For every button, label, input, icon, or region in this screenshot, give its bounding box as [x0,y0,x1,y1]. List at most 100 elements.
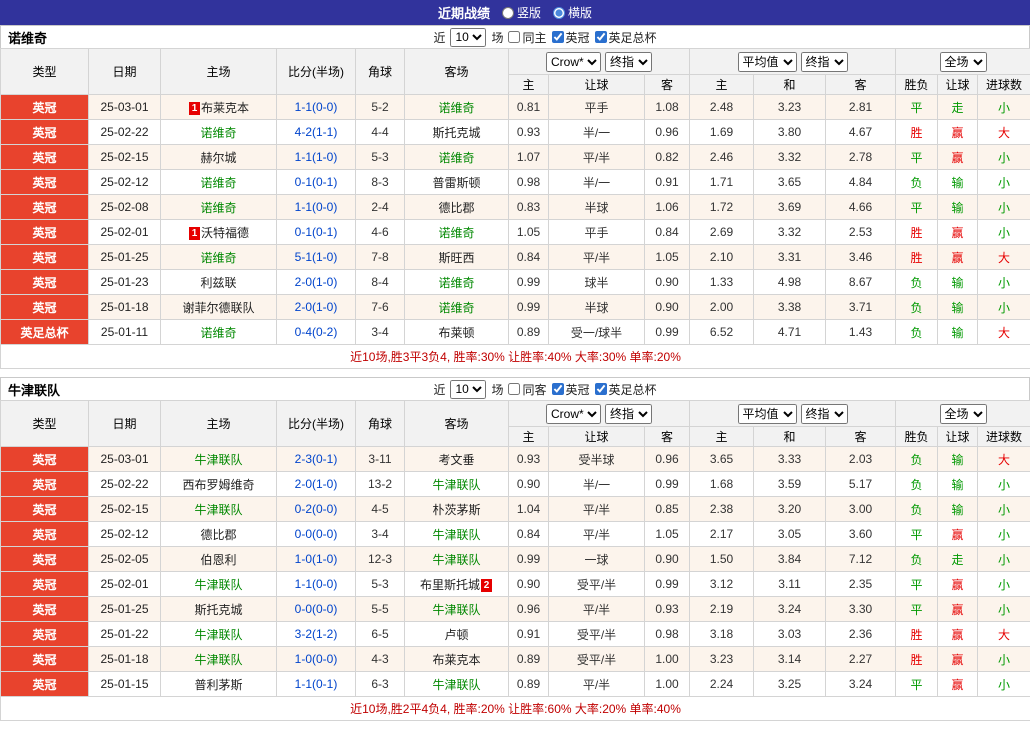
layout-vertical-radio[interactable] [501,6,514,19]
score-cell[interactable]: 1-1(0-0) [276,571,356,597]
asia-odds-time-select[interactable]: 终指 [605,51,653,72]
team-name-link[interactable]: 诺维奇 [200,201,236,215]
team-name-link[interactable]: 牛津联队 [432,478,480,492]
team-name-link[interactable]: 斯旺西 [438,251,474,265]
same-venue-checkbox[interactable] [508,383,521,395]
league-type-badge[interactable]: 英冠 [0,169,89,195]
team-name-link[interactable]: 牛津联队 [432,603,480,617]
league-type-badge[interactable]: 英冠 [0,94,89,120]
score-cell[interactable]: 1-0(0-0) [276,646,356,672]
league-type-badge[interactable]: 英冠 [0,269,89,295]
team-name-link[interactable]: 赫尔城 [200,151,236,165]
team-name-link[interactable]: 诺维奇 [200,176,236,190]
team-name-link[interactable]: 牛津联队 [432,553,480,567]
team-name-link[interactable]: 诺维奇 [438,226,474,240]
team-name-link[interactable]: 斯托克城 [432,126,480,140]
team-name-link[interactable]: 利兹联 [200,276,236,290]
score-cell[interactable]: 1-1(1-0) [276,144,356,170]
team-name-link[interactable]: 沃特福德 [201,226,249,240]
league-fa-cup-checkbox[interactable] [594,383,607,395]
euro-average-select[interactable]: 平均值 [737,51,797,72]
team-name-link[interactable]: 布莱克本 [432,653,480,667]
league-championship-filter[interactable]: 英冠 [551,381,590,398]
league-type-badge[interactable]: 英冠 [0,571,89,597]
score-cell[interactable]: 0-1(0-1) [276,169,356,195]
league-fa-cup-filter[interactable]: 英足总杯 [594,29,657,46]
layout-horizontal-radio[interactable] [553,6,565,19]
league-championship-filter[interactable]: 英冠 [551,29,590,46]
league-type-badge[interactable]: 英冠 [0,446,89,472]
score-cell[interactable]: 5-1(1-0) [276,244,356,270]
team-name-link[interactable]: 西布罗姆维奇 [182,478,254,492]
team-name-link[interactable]: 牛津联队 [194,653,242,667]
league-type-badge[interactable]: 英冠 [0,621,89,647]
period-select[interactable]: 全场 [939,51,987,72]
score-cell[interactable]: 0-0(0-0) [276,521,356,547]
recent-count-select[interactable]: 10 [450,27,487,47]
odds-company-select[interactable]: Crow* [546,403,602,424]
score-cell[interactable]: 2-0(1-0) [276,471,356,497]
team-name-link[interactable]: 诺维奇 [438,151,474,165]
same-venue-filter[interactable]: 同客 [508,381,547,398]
team-name-link[interactable]: 卢顿 [444,628,468,642]
league-fa-cup-filter[interactable]: 英足总杯 [594,381,657,398]
layout-vertical-option[interactable]: 竖版 [501,4,541,21]
team-name-link[interactable]: 伯恩利 [200,553,236,567]
same-venue-checkbox[interactable] [508,31,521,43]
layout-horizontal-option[interactable]: 横版 [553,4,592,21]
team-name-link[interactable]: 普利茅斯 [194,678,242,692]
euro-average-select[interactable]: 平均值 [737,403,797,424]
team-name-link[interactable]: 牛津联队 [194,503,242,517]
score-cell[interactable]: 0-1(0-1) [276,219,356,245]
league-fa-cup-checkbox[interactable] [594,31,607,43]
league-type-badge[interactable]: 英冠 [0,521,89,547]
league-type-badge[interactable]: 英冠 [0,144,89,170]
team-name-link[interactable]: 普雷斯顿 [432,176,480,190]
score-cell[interactable]: 0-2(0-0) [276,496,356,522]
team-name-link[interactable]: 朴茨茅斯 [432,503,480,517]
score-cell[interactable]: 0-4(0-2) [276,319,356,345]
league-type-badge[interactable]: 英冠 [0,244,89,270]
team-name-link[interactable]: 布里斯托城 [420,578,480,592]
league-type-badge[interactable]: 英冠 [0,546,89,572]
league-type-badge[interactable]: 英冠 [0,671,89,697]
league-type-badge[interactable]: 英冠 [0,471,89,497]
team-name-link[interactable]: 考文垂 [438,453,474,467]
league-type-badge[interactable]: 英冠 [0,646,89,672]
team-name-link[interactable]: 诺维奇 [438,276,474,290]
league-type-badge[interactable]: 英冠 [0,596,89,622]
team-name-link[interactable]: 诺维奇 [438,101,474,115]
score-cell[interactable]: 1-1(0-1) [276,671,356,697]
team-name-link[interactable]: 诺维奇 [200,326,236,340]
euro-odds-time-select[interactable]: 终指 [800,51,848,72]
team-name-link[interactable]: 牛津联队 [432,678,480,692]
odds-company-select[interactable]: Crow* [546,51,602,72]
score-cell[interactable]: 1-0(1-0) [276,546,356,572]
league-type-badge[interactable]: 英冠 [0,496,89,522]
league-type-badge[interactable]: 英冠 [0,294,89,320]
score-cell[interactable]: 1-1(0-0) [276,94,356,120]
team-name-link[interactable]: 德比郡 [200,528,236,542]
team-name-link[interactable]: 德比郡 [438,201,474,215]
team-name-link[interactable]: 牛津联队 [194,453,242,467]
score-cell[interactable]: 0-0(0-0) [276,596,356,622]
score-cell[interactable]: 4-2(1-1) [276,119,356,145]
team-name-link[interactable]: 牛津联队 [432,528,480,542]
team-name-link[interactable]: 牛津联队 [194,578,242,592]
team-name-link[interactable]: 诺维奇 [200,251,236,265]
league-type-badge[interactable]: 英冠 [0,219,89,245]
recent-count-select[interactable]: 10 [450,379,487,399]
team-name-link[interactable]: 诺维奇 [200,126,236,140]
score-cell[interactable]: 2-0(1-0) [276,294,356,320]
team-name-link[interactable]: 布莱克本 [201,101,249,115]
score-cell[interactable]: 1-1(0-0) [276,194,356,220]
euro-odds-time-select[interactable]: 终指 [800,403,848,424]
team-name-link[interactable]: 谢菲尔德联队 [182,301,254,315]
score-cell[interactable]: 2-0(1-0) [276,269,356,295]
league-type-badge[interactable]: 英冠 [0,119,89,145]
team-name-link[interactable]: 斯托克城 [194,603,242,617]
league-type-badge[interactable]: 英冠 [0,194,89,220]
same-venue-filter[interactable]: 同主 [508,29,547,46]
score-cell[interactable]: 2-3(0-1) [276,446,356,472]
team-name-link[interactable]: 布莱顿 [438,326,474,340]
